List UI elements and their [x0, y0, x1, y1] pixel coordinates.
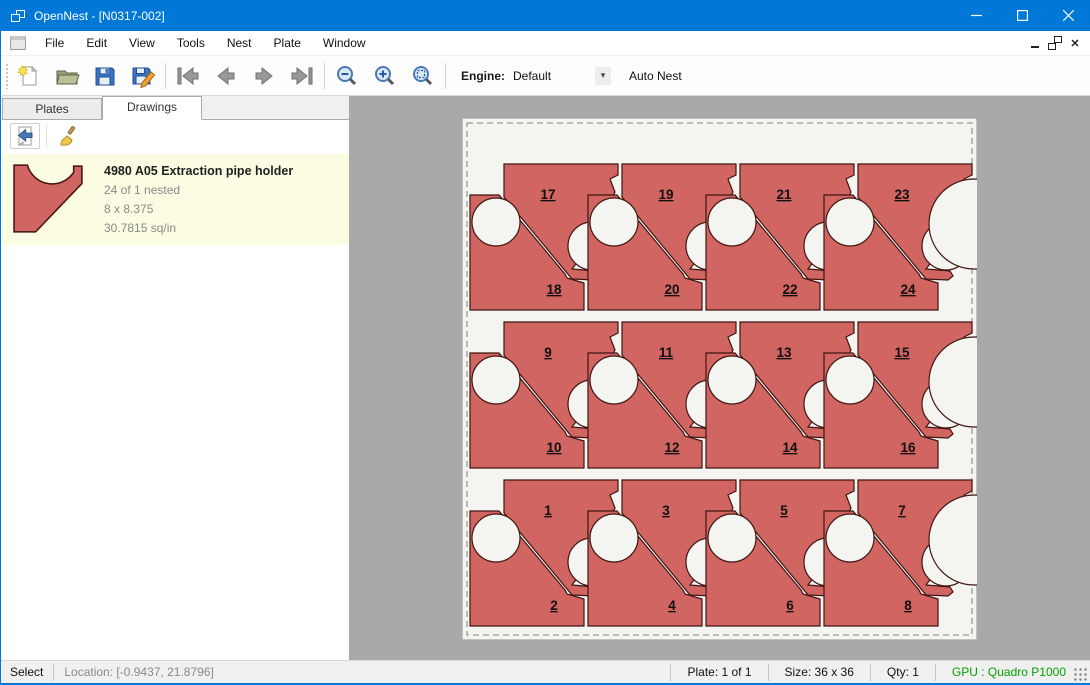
part-label-11: 11	[659, 345, 674, 360]
part-label-23: 23	[894, 187, 910, 202]
part-label-4: 4	[668, 598, 676, 613]
plate-view[interactable]: 171819202122232491011121314151612345678	[462, 118, 977, 640]
part-label-14: 14	[782, 440, 798, 455]
go-previous-button[interactable]	[207, 60, 245, 92]
part-thumbnail	[12, 163, 86, 235]
part-label-8: 8	[904, 598, 912, 613]
part-label-13: 13	[776, 345, 792, 360]
mdi-close-button[interactable]: ✕	[1068, 36, 1082, 50]
part-label-21: 21	[776, 187, 792, 202]
panel-tabstrip: Plates Drawings	[2, 96, 349, 120]
menu-item-edit[interactable]: Edit	[75, 32, 118, 54]
menu-item-file[interactable]: File	[34, 32, 75, 54]
menu-item-tools[interactable]: Tools	[166, 32, 216, 54]
menu-items: FileEditViewToolsNestPlateWindow	[34, 32, 377, 54]
part-nested-count: 24 of 1 nested	[104, 183, 293, 197]
maximize-button[interactable]	[999, 0, 1045, 31]
status-location: Location: [-0.9437, 21.8796]	[64, 665, 213, 679]
part-title: 4980 A05 Extraction pipe holder	[104, 164, 293, 178]
status-item-2: Qty: 1	[881, 665, 925, 679]
part-label-19: 19	[658, 187, 673, 202]
drawings-panel: Plates Drawings 4980 A05 Extraction pipe…	[2, 96, 350, 660]
status-mode: Select	[10, 665, 43, 679]
new-file-button[interactable]	[10, 60, 48, 92]
part-label-3: 3	[662, 503, 670, 518]
menu-bar: FileEditViewToolsNestPlateWindow ✕	[2, 31, 1090, 56]
part-area: 30.7815 sq/in	[104, 221, 293, 235]
go-last-button[interactable]	[283, 60, 321, 92]
part-label-22: 22	[782, 282, 797, 297]
zoom-fit-button[interactable]	[404, 60, 442, 92]
engine-select[interactable]: Default	[513, 69, 595, 83]
part-label-16: 16	[900, 440, 916, 455]
part-label-20: 20	[664, 282, 679, 297]
zoom-in-button[interactable]	[366, 60, 404, 92]
engine-dropdown-arrow[interactable]: ▾	[595, 67, 611, 85]
mdi-restore-button[interactable]	[1048, 36, 1062, 50]
tab-drawings[interactable]: Drawings	[102, 96, 202, 120]
open-button[interactable]	[48, 60, 86, 92]
menu-item-window[interactable]: Window	[312, 32, 377, 54]
status-item-3: GPU : Quadro P1000	[946, 665, 1072, 679]
menu-item-view[interactable]: View	[118, 32, 166, 54]
app-window: OpenNest - [N0317-002] FileEditViewTools…	[0, 0, 1090, 685]
status-bar: Select Location: [-0.9437, 21.8796] Plat…	[1, 660, 1090, 683]
title-bar: OpenNest - [N0317-002]	[1, 0, 1090, 31]
toolbar: Engine: Default ▾ Auto Nest	[2, 56, 1090, 96]
go-next-button[interactable]	[245, 60, 283, 92]
panel-toolbar	[2, 120, 349, 152]
status-item-1: Size: 36 x 36	[779, 665, 860, 679]
close-button[interactable]	[1045, 0, 1090, 31]
nest-canvas[interactable]: 171819202122232491011121314151612345678	[350, 96, 1090, 660]
part-label-6: 6	[786, 598, 794, 613]
engine-label: Engine:	[461, 69, 505, 83]
part-label-7: 7	[898, 503, 906, 518]
part-label-5: 5	[780, 503, 788, 518]
tab-plates[interactable]: Plates	[2, 98, 102, 119]
drawing-list-item[interactable]: 4980 A05 Extraction pipe holder 24 of 1 …	[2, 154, 349, 245]
part-label-15: 15	[894, 345, 910, 360]
part-label-1: 1	[544, 503, 552, 518]
resize-grip[interactable]	[1074, 668, 1088, 682]
menu-item-plate[interactable]: Plate	[263, 32, 312, 54]
window-title: OpenNest - [N0317-002]	[34, 9, 165, 23]
zoom-out-button[interactable]	[328, 60, 366, 92]
save-button[interactable]	[86, 60, 124, 92]
part-label-17: 17	[540, 187, 555, 202]
menu-item-nest[interactable]: Nest	[216, 32, 263, 54]
save-as-button[interactable]	[124, 60, 162, 92]
part-label-9: 9	[544, 345, 552, 360]
go-first-button[interactable]	[169, 60, 207, 92]
minimize-button[interactable]	[953, 0, 999, 31]
part-label-12: 12	[664, 440, 679, 455]
part-label-18: 18	[546, 282, 562, 297]
mdi-document-icon[interactable]	[10, 36, 26, 50]
part-label-2: 2	[550, 598, 558, 613]
status-item-0: Plate: 1 of 1	[681, 665, 757, 679]
part-label-24: 24	[900, 282, 916, 297]
part-label-10: 10	[546, 440, 561, 455]
app-icon	[11, 10, 25, 22]
clean-button[interactable]	[53, 123, 83, 149]
auto-nest-button[interactable]: Auto Nest	[621, 65, 690, 87]
mdi-minimize-button[interactable]	[1028, 36, 1042, 50]
part-size: 8 x 8.375	[104, 202, 293, 216]
import-drawing-button[interactable]	[10, 123, 40, 149]
status-right-items: Plate: 1 of 1 Size: 36 x 36 Qty: 1 GPU : Qu…	[660, 664, 1072, 681]
